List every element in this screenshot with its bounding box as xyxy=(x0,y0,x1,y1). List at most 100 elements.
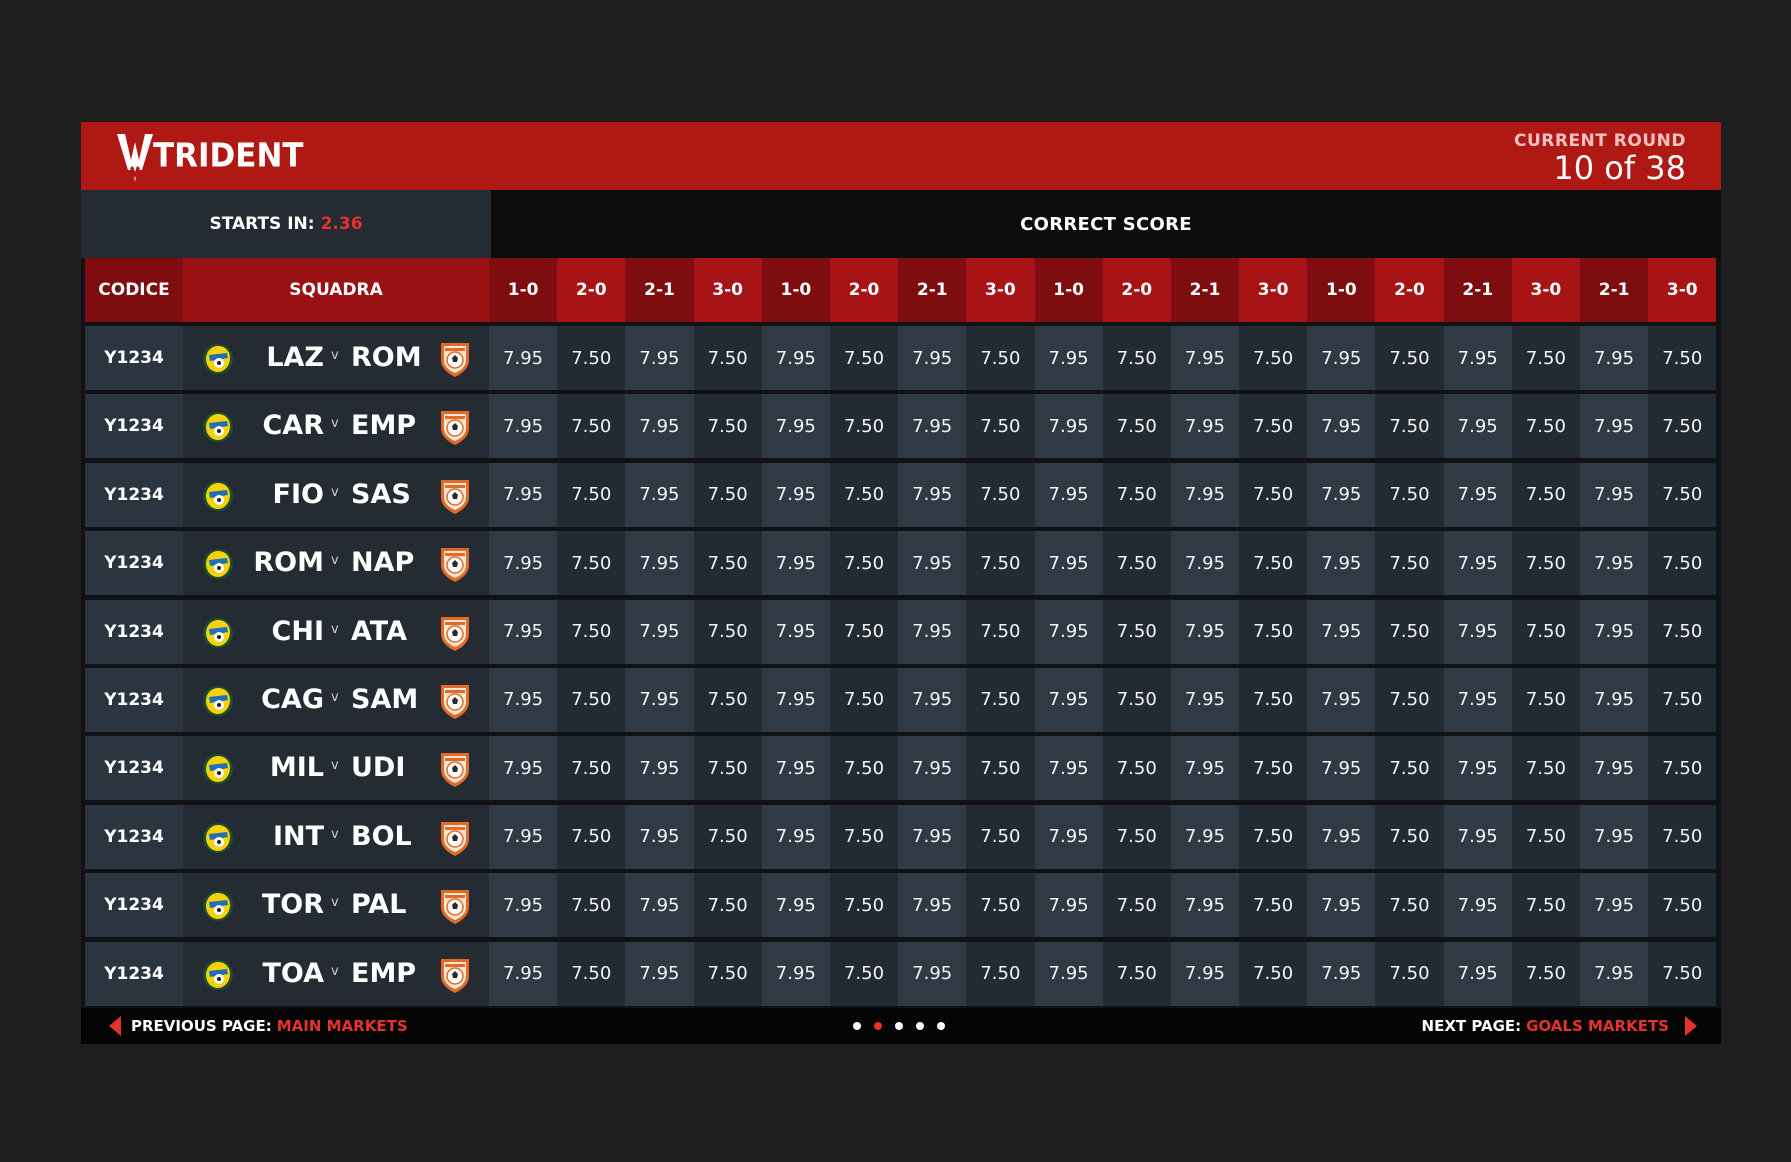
odds-cell[interactable]: 7.95 xyxy=(761,941,830,1006)
odds-cell[interactable]: 7.50 xyxy=(557,462,626,527)
odds-cell[interactable]: 7.95 xyxy=(898,736,967,801)
odds-cell[interactable]: 7.95 xyxy=(1307,941,1376,1006)
odds-cell[interactable]: 7.95 xyxy=(1170,873,1240,938)
odds-cell[interactable]: 7.50 xyxy=(557,804,626,869)
odds-cell[interactable]: 7.50 xyxy=(1375,667,1444,732)
odds-cell[interactable]: 7.50 xyxy=(1511,873,1580,938)
odds-cell[interactable]: 7.50 xyxy=(557,667,626,732)
odds-cell[interactable]: 7.50 xyxy=(829,462,899,527)
odds-cell[interactable]: 7.50 xyxy=(1102,941,1171,1006)
odds-cell[interactable]: 7.50 xyxy=(1511,462,1580,527)
odds-cell[interactable]: 7.50 xyxy=(1375,394,1444,459)
odds-cell[interactable]: 7.50 xyxy=(1375,531,1444,596)
odds-cell[interactable]: 7.95 xyxy=(1307,462,1376,527)
odds-cell[interactable]: 7.95 xyxy=(1580,531,1649,596)
odds-cell[interactable]: 7.95 xyxy=(489,531,558,596)
page-dot[interactable] xyxy=(853,1022,861,1030)
odds-cell[interactable]: 7.50 xyxy=(1648,804,1717,869)
odds-cell[interactable]: 7.50 xyxy=(1239,873,1308,938)
odds-cell[interactable]: 7.50 xyxy=(557,873,626,938)
odds-cell[interactable]: 7.95 xyxy=(1580,462,1649,527)
odds-cell[interactable]: 7.50 xyxy=(1102,531,1171,596)
odds-cell[interactable]: 7.95 xyxy=(1307,599,1376,664)
odds-cell[interactable]: 7.95 xyxy=(761,394,830,459)
odds-cell[interactable]: 7.50 xyxy=(1102,462,1171,527)
odds-cell[interactable]: 7.50 xyxy=(1102,394,1171,459)
odds-cell[interactable]: 7.95 xyxy=(761,462,830,527)
odds-cell[interactable]: 7.50 xyxy=(1648,599,1717,664)
odds-cell[interactable]: 7.95 xyxy=(1443,736,1512,801)
odds-cell[interactable]: 7.95 xyxy=(1307,394,1376,459)
odds-cell[interactable]: 7.95 xyxy=(1443,326,1512,390)
odds-cell[interactable]: 7.95 xyxy=(1034,326,1103,390)
odds-cell[interactable]: 7.50 xyxy=(1102,804,1171,869)
odds-cell[interactable]: 7.50 xyxy=(829,326,899,390)
odds-cell[interactable]: 7.95 xyxy=(761,804,830,869)
odds-cell[interactable]: 7.95 xyxy=(1580,599,1649,664)
odds-cell[interactable]: 7.50 xyxy=(557,531,626,596)
odds-cell[interactable]: 7.95 xyxy=(625,394,694,459)
odds-cell[interactable]: 7.50 xyxy=(1375,326,1444,390)
odds-cell[interactable]: 7.50 xyxy=(1102,736,1171,801)
odds-cell[interactable]: 7.95 xyxy=(1307,804,1376,869)
odds-cell[interactable]: 7.95 xyxy=(761,531,830,596)
odds-cell[interactable]: 7.95 xyxy=(1170,326,1240,390)
odds-cell[interactable]: 7.95 xyxy=(489,804,558,869)
odds-cell[interactable]: 7.95 xyxy=(625,599,694,664)
odds-cell[interactable]: 7.50 xyxy=(1239,531,1308,596)
odds-cell[interactable]: 7.95 xyxy=(1170,394,1240,459)
odds-cell[interactable]: 7.95 xyxy=(898,804,967,869)
odds-cell[interactable]: 7.95 xyxy=(1443,531,1512,596)
odds-cell[interactable]: 7.50 xyxy=(1511,736,1580,801)
odds-cell[interactable]: 7.50 xyxy=(966,462,1035,527)
odds-cell[interactable]: 7.95 xyxy=(898,599,967,664)
odds-cell[interactable]: 7.95 xyxy=(625,804,694,869)
odds-cell[interactable]: 7.50 xyxy=(829,736,899,801)
odds-cell[interactable]: 7.95 xyxy=(761,667,830,732)
odds-cell[interactable]: 7.95 xyxy=(1443,873,1512,938)
odds-cell[interactable]: 7.50 xyxy=(1239,667,1308,732)
odds-cell[interactable]: 7.50 xyxy=(966,667,1035,732)
odds-cell[interactable]: 7.95 xyxy=(1034,736,1103,801)
odds-cell[interactable]: 7.50 xyxy=(1239,462,1308,527)
page-dot[interactable] xyxy=(895,1022,903,1030)
odds-cell[interactable]: 7.50 xyxy=(693,804,762,869)
odds-cell[interactable]: 7.50 xyxy=(1102,599,1171,664)
odds-cell[interactable]: 7.50 xyxy=(966,941,1035,1006)
odds-cell[interactable]: 7.95 xyxy=(625,667,694,732)
odds-cell[interactable]: 7.95 xyxy=(1307,736,1376,801)
next-page-link[interactable]: NEXT PAGE: GOALS MARKETS xyxy=(1422,1008,1697,1044)
odds-cell[interactable]: 7.50 xyxy=(966,804,1035,869)
odds-cell[interactable]: 7.95 xyxy=(898,326,967,390)
odds-cell[interactable]: 7.95 xyxy=(898,531,967,596)
odds-cell[interactable]: 7.50 xyxy=(966,736,1035,801)
odds-cell[interactable]: 7.95 xyxy=(625,462,694,527)
odds-cell[interactable]: 7.50 xyxy=(1511,941,1580,1006)
odds-cell[interactable]: 7.50 xyxy=(829,941,899,1006)
page-dot[interactable] xyxy=(937,1022,945,1030)
odds-cell[interactable]: 7.95 xyxy=(898,941,967,1006)
odds-cell[interactable]: 7.50 xyxy=(1239,394,1308,459)
odds-cell[interactable]: 7.95 xyxy=(1034,804,1103,869)
odds-cell[interactable]: 7.95 xyxy=(898,873,967,938)
odds-cell[interactable]: 7.50 xyxy=(693,394,762,459)
odds-cell[interactable]: 7.95 xyxy=(489,462,558,527)
odds-cell[interactable]: 7.95 xyxy=(1170,599,1240,664)
odds-cell[interactable]: 7.50 xyxy=(1648,531,1717,596)
odds-cell[interactable]: 7.95 xyxy=(761,736,830,801)
odds-cell[interactable]: 7.95 xyxy=(1443,804,1512,869)
odds-cell[interactable]: 7.50 xyxy=(829,804,899,869)
odds-cell[interactable]: 7.95 xyxy=(1443,941,1512,1006)
odds-cell[interactable]: 7.95 xyxy=(1170,804,1240,869)
odds-cell[interactable]: 7.95 xyxy=(1034,462,1103,527)
odds-cell[interactable]: 7.50 xyxy=(1511,599,1580,664)
odds-cell[interactable]: 7.50 xyxy=(1239,326,1308,390)
odds-cell[interactable]: 7.50 xyxy=(557,326,626,390)
odds-cell[interactable]: 7.95 xyxy=(625,531,694,596)
odds-cell[interactable]: 7.95 xyxy=(1170,462,1240,527)
odds-cell[interactable]: 7.95 xyxy=(489,326,558,390)
odds-cell[interactable]: 7.50 xyxy=(693,736,762,801)
odds-cell[interactable]: 7.95 xyxy=(1443,599,1512,664)
odds-cell[interactable]: 7.50 xyxy=(1511,667,1580,732)
odds-cell[interactable]: 7.95 xyxy=(625,736,694,801)
